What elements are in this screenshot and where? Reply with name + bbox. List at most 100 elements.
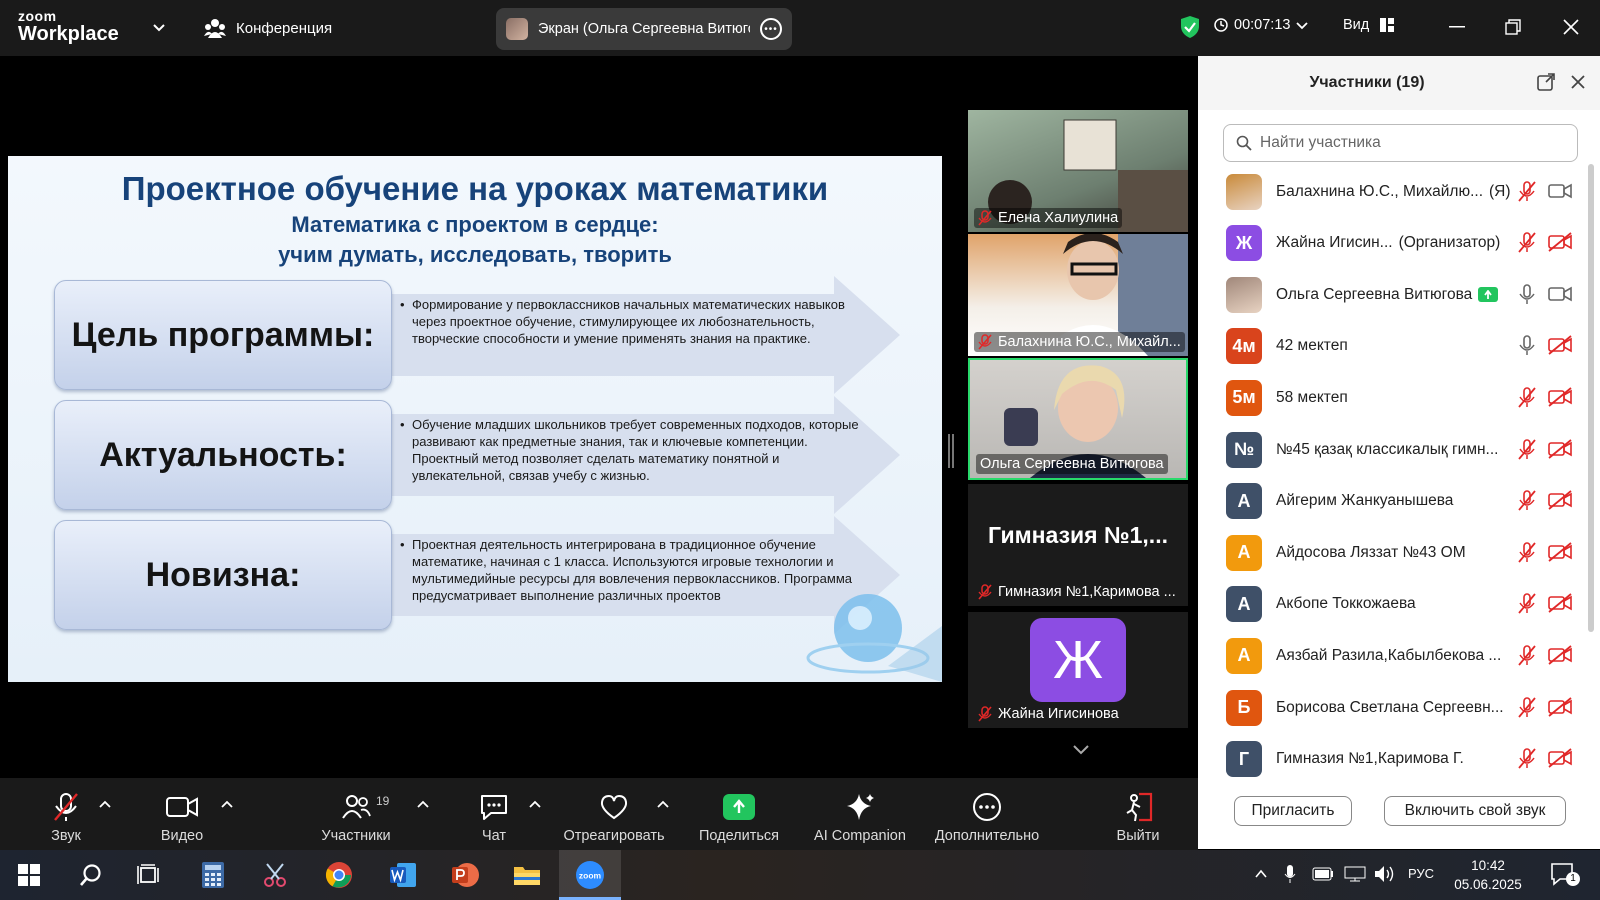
people-icon — [204, 19, 226, 38]
task-view-icon[interactable] — [132, 859, 166, 891]
video-tile[interactable]: Гимназия №1,... Гимназия №1,Каримова ... — [968, 484, 1188, 606]
camera-icon[interactable] — [1548, 181, 1572, 203]
file-explorer-icon[interactable] — [510, 859, 544, 891]
video-button[interactable]: Видео — [156, 778, 208, 850]
chevron-up-icon[interactable] — [98, 798, 112, 810]
share-button[interactable]: Поделиться — [696, 778, 782, 850]
participant-row[interactable]: А Айдосова Ляззат №43 ОМ — [1198, 527, 1588, 578]
chevron-up-icon[interactable] — [220, 798, 234, 810]
participant-row[interactable]: А Айгерим Жанкуанышева — [1198, 476, 1588, 527]
snipping-tool-icon[interactable] — [258, 859, 292, 891]
chevron-up-icon[interactable] — [416, 798, 430, 810]
chevron-up-icon[interactable] — [528, 798, 542, 810]
chat-icon — [474, 790, 514, 824]
tile-display-name: Гимназия №1,... — [988, 522, 1168, 548]
react-button[interactable]: Отреагировать — [560, 778, 668, 850]
mic-muted-icon[interactable] — [1518, 696, 1538, 719]
mic-muted-icon[interactable] — [1518, 438, 1538, 461]
search-icon[interactable] — [74, 859, 108, 891]
video-tile[interactable]: Балахнина Ю.С., Михайл... — [968, 234, 1188, 356]
pop-out-icon[interactable] — [1536, 72, 1556, 92]
mic-muted-icon[interactable] — [1518, 490, 1538, 512]
camera-off-icon[interactable] — [1548, 541, 1572, 564]
participants-button[interactable]: 19 Участники — [318, 778, 394, 850]
mic-muted-icon[interactable] — [1518, 645, 1538, 667]
chrome-icon[interactable] — [322, 859, 356, 891]
more-icon — [967, 790, 1007, 824]
chat-button[interactable]: Чат — [472, 778, 516, 850]
audio-button[interactable]: Звук — [44, 778, 88, 850]
zoom-app-icon[interactable]: zoom — [573, 859, 607, 891]
search-input[interactable] — [1260, 134, 1560, 152]
windows-start-icon[interactable] — [12, 859, 46, 891]
participant-avatar — [1226, 173, 1262, 210]
camera-off-icon[interactable] — [1548, 696, 1572, 719]
mic-muted-icon[interactable] — [1518, 180, 1538, 203]
scrollbar[interactable] — [1588, 164, 1594, 632]
leave-button[interactable]: Выйти — [1116, 778, 1160, 850]
network-icon[interactable] — [1344, 866, 1366, 882]
system-clock[interactable]: 10:42 05.06.2025 — [1448, 856, 1528, 894]
participant-row[interactable]: Г Гимназия №1,Каримова Г. — [1198, 734, 1588, 785]
unmute-self-button[interactable]: Включить свой звук — [1384, 796, 1566, 826]
mic-muted-icon[interactable] — [1518, 541, 1538, 564]
mic-muted-icon[interactable] — [1518, 748, 1538, 770]
camera-off-icon[interactable] — [1548, 335, 1572, 357]
zoom-workplace-logo[interactable]: zoom Workplace — [18, 9, 128, 46]
video-tile[interactable]: Ж Жайна Игисинова — [968, 612, 1188, 728]
ai-companion-button[interactable]: AI Companion — [808, 778, 912, 850]
panel-resize-handle[interactable] — [948, 434, 954, 468]
participant-row[interactable]: № №45 қазақ классикалық гимн... — [1198, 424, 1588, 475]
minimize-button[interactable] — [1444, 14, 1470, 40]
screen-share-indicator[interactable]: Экран (Ольга Сергеевна Витюго ••• — [496, 8, 792, 50]
participant-row[interactable]: Балахнина Ю.С., Михайлю... (Я) — [1198, 166, 1588, 217]
participant-row[interactable]: Б Борисова Светлана Сергеевн... — [1198, 682, 1588, 733]
chevron-up-icon[interactable] — [656, 798, 670, 810]
shared-screen-slide: Проектное обучение на уроках математики … — [8, 156, 942, 682]
camera-off-icon[interactable] — [1548, 438, 1572, 461]
powerpoint-icon[interactable] — [448, 859, 482, 891]
participant-row[interactable]: Ж Жайна Игисин... (Организатор) — [1198, 218, 1588, 269]
more-options-icon[interactable]: ••• — [760, 18, 782, 40]
close-icon[interactable] — [1568, 72, 1588, 92]
chevron-up-icon[interactable] — [1254, 868, 1268, 880]
close-icon — [1563, 19, 1579, 35]
notification-center[interactable]: 1 — [1550, 862, 1580, 889]
battery-icon[interactable] — [1312, 867, 1334, 881]
participant-search[interactable] — [1223, 124, 1578, 162]
participant-row[interactable]: 5м 58 мектеп — [1198, 372, 1588, 423]
meeting-info[interactable]: Конференция — [204, 18, 332, 38]
restore-button[interactable] — [1500, 14, 1526, 40]
mic-icon[interactable] — [1518, 335, 1538, 357]
video-tile-active-speaker[interactable]: Ольга Сергеевна Витюгова — [968, 358, 1188, 480]
camera-off-icon[interactable] — [1548, 748, 1572, 770]
mic-icon[interactable] — [1518, 283, 1538, 306]
encryption-shield-icon[interactable] — [1179, 15, 1201, 39]
word-icon[interactable] — [386, 859, 420, 891]
more-button[interactable]: Дополнительно — [928, 778, 1046, 850]
invite-button[interactable]: Пригласить — [1234, 796, 1352, 826]
meeting-timer[interactable]: 00:07:13 — [1214, 17, 1309, 33]
volume-icon[interactable] — [1374, 865, 1396, 883]
participant-row[interactable]: А Аязбай Разила,Кабылбекова ... — [1198, 630, 1588, 681]
camera-off-icon[interactable] — [1548, 593, 1572, 615]
camera-icon[interactable] — [1548, 284, 1572, 306]
camera-off-icon[interactable] — [1548, 490, 1572, 512]
camera-off-icon[interactable] — [1548, 387, 1572, 409]
mic-muted-icon[interactable] — [1518, 387, 1538, 409]
mic-muted-icon[interactable] — [1518, 232, 1538, 254]
participant-row[interactable]: А Акбопе Токкожаева — [1198, 579, 1588, 630]
participant-row[interactable]: Ольга Сергеевна Витюгова — [1198, 269, 1588, 320]
video-tile[interactable]: Елена Халиулина — [968, 110, 1188, 232]
mic-muted-icon[interactable] — [1518, 593, 1538, 615]
view-menu[interactable]: Вид — [1343, 17, 1395, 33]
calculator-icon[interactable] — [196, 859, 230, 891]
camera-off-icon[interactable] — [1548, 232, 1572, 254]
microphone-tray-icon[interactable] — [1284, 864, 1296, 884]
chevron-down-icon[interactable] — [152, 20, 166, 34]
camera-off-icon[interactable] — [1548, 645, 1572, 667]
language-indicator[interactable]: РУС — [1408, 866, 1434, 881]
participant-row[interactable]: 4м 42 мектеп — [1198, 321, 1588, 372]
close-button[interactable] — [1558, 14, 1584, 40]
chevron-down-icon[interactable] — [1072, 742, 1090, 758]
